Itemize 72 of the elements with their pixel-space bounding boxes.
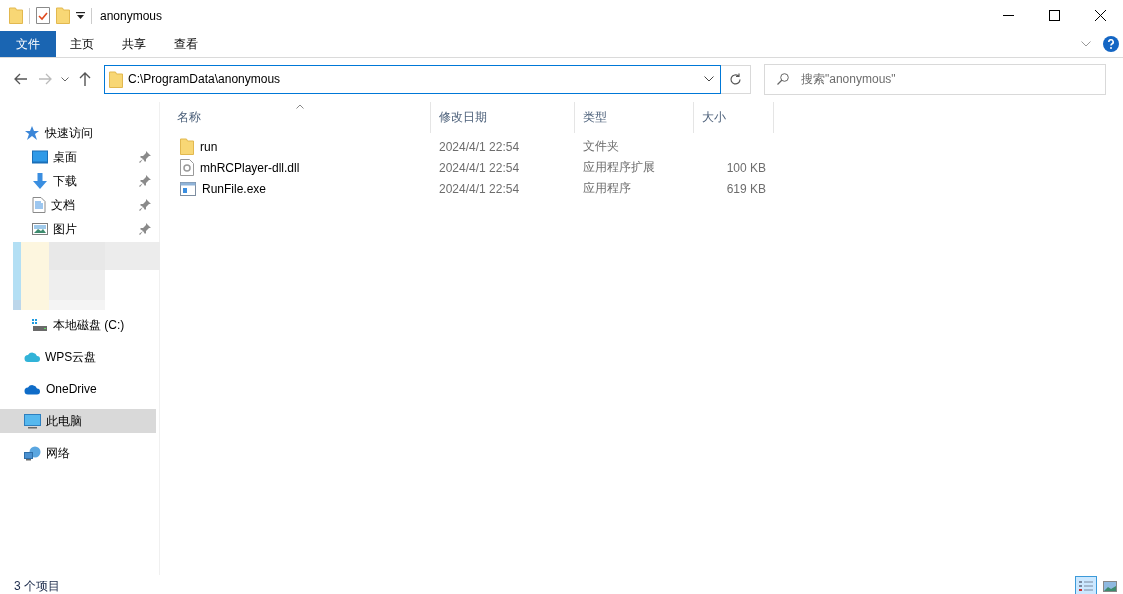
size-cell: 619 KB bbox=[726, 181, 766, 196]
date-cell: 2024/4/1 22:54 bbox=[439, 181, 520, 196]
file-name[interactable]: mhRCPlayer-dll.dll bbox=[200, 160, 300, 175]
ribbon-tab[interactable]: 主页 bbox=[56, 31, 108, 57]
image-icon bbox=[1103, 580, 1117, 592]
maximize-icon bbox=[1048, 10, 1060, 21]
pin-icon bbox=[139, 151, 151, 163]
checklist-icon[interactable] bbox=[36, 7, 50, 24]
star-icon bbox=[24, 125, 40, 141]
search-box[interactable]: 搜索"anonymous" bbox=[764, 63, 1106, 95]
sidebar-item[interactable]: 网络 bbox=[0, 441, 159, 465]
sidebar-item[interactable]: 文档 bbox=[0, 193, 159, 217]
details-list-icon bbox=[1079, 580, 1093, 592]
item-count: 3 个项目 bbox=[14, 577, 61, 594]
forward-arrow-icon bbox=[38, 73, 52, 85]
ribbon-tab[interactable]: 文件 bbox=[0, 31, 56, 57]
column-header[interactable]: 修改日期 bbox=[431, 102, 575, 133]
back-arrow-icon bbox=[14, 73, 28, 85]
network-icon bbox=[24, 445, 41, 461]
chevron-down-icon bbox=[704, 76, 714, 82]
type-cell: 应用程序 bbox=[583, 181, 631, 195]
type-cell: 文件夹 bbox=[583, 139, 619, 153]
ribbon-tab[interactable]: 查看 bbox=[160, 31, 212, 57]
column-header[interactable]: 类型 bbox=[575, 102, 694, 133]
sidebar-item[interactable]: WPS云盘 bbox=[0, 345, 159, 369]
drive-icon bbox=[32, 318, 48, 332]
cloud-icon bbox=[24, 351, 40, 363]
down-arrow-icon bbox=[32, 173, 48, 189]
date-cell: 2024/4/1 22:54 bbox=[439, 160, 520, 175]
folder-icon bbox=[9, 7, 23, 24]
window-file-icon bbox=[180, 181, 196, 196]
chevron-down-icon[interactable] bbox=[1081, 41, 1091, 47]
close-icon bbox=[1094, 10, 1106, 21]
type-cell: 应用程序扩展 bbox=[583, 160, 655, 174]
monitor-icon bbox=[24, 413, 41, 429]
window-title: anonymous bbox=[100, 8, 163, 23]
column-header[interactable]: 大小 bbox=[694, 102, 774, 133]
size-cell: 100 KB bbox=[726, 160, 766, 175]
sidebar-item[interactable]: 图片 bbox=[0, 217, 159, 241]
ribbon-tab[interactable]: 共享 bbox=[108, 31, 160, 57]
refresh-icon bbox=[729, 72, 742, 86]
details-view-button[interactable] bbox=[1075, 576, 1097, 594]
pin-icon bbox=[139, 199, 151, 211]
sidebar-item[interactable]: 快速访问 bbox=[0, 121, 159, 145]
sidebar-item[interactable]: OneDrive bbox=[0, 377, 159, 401]
sort-caret-icon bbox=[295, 104, 304, 109]
sidebar-item[interactable]: 桌面 bbox=[0, 145, 159, 169]
pin-icon bbox=[139, 223, 151, 235]
sidebar-item[interactable]: 下载 bbox=[0, 169, 159, 193]
pin-icon bbox=[139, 175, 151, 187]
gear-file-icon bbox=[180, 159, 194, 176]
up-arrow-icon bbox=[79, 72, 91, 86]
search-field[interactable]: 搜索"anonymous" bbox=[799, 71, 1105, 87]
monitor-icon bbox=[32, 150, 48, 164]
document-icon bbox=[32, 197, 46, 213]
dropdown-icon[interactable] bbox=[76, 11, 85, 20]
file-name[interactable]: RunFile.exe bbox=[202, 181, 267, 196]
sidebar-item[interactable]: 本地磁盘 (C:) bbox=[0, 313, 159, 337]
column-header[interactable]: 名称 bbox=[169, 102, 431, 133]
sidebar-item[interactable]: 此电脑 bbox=[0, 409, 156, 433]
folder-icon bbox=[109, 70, 123, 88]
file-name[interactable]: run bbox=[200, 139, 218, 154]
folder-icon bbox=[56, 7, 70, 24]
chevron-down-icon bbox=[61, 76, 69, 82]
cloud-icon bbox=[24, 383, 41, 395]
date-cell: 2024/4/1 22:54 bbox=[439, 139, 520, 154]
folder-icon bbox=[180, 138, 194, 155]
image-icon bbox=[32, 222, 48, 236]
search-icon bbox=[777, 73, 789, 85]
address-bar[interactable]: C:\ProgramData\anonymous bbox=[104, 64, 721, 94]
help-icon[interactable] bbox=[1103, 36, 1119, 52]
refresh-button[interactable] bbox=[721, 64, 751, 94]
